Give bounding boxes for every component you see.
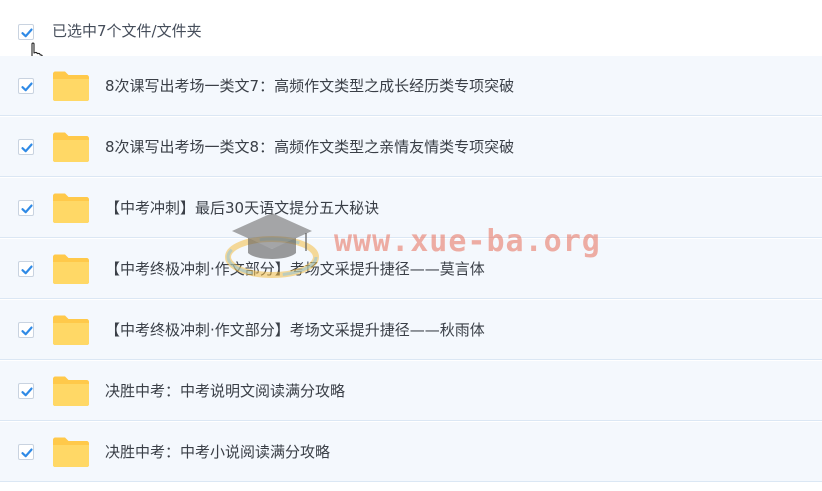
check-icon — [21, 265, 33, 275]
check-icon — [21, 326, 33, 336]
file-name[interactable]: 【中考终极冲刺·作文部分】考场文采提升捷径——秋雨体 — [105, 319, 485, 341]
row-checkbox[interactable] — [18, 78, 34, 94]
file-name[interactable]: 【中考终极冲刺·作文部分】考场文采提升捷径——莫言体 — [105, 258, 485, 280]
file-row[interactable]: 8次课写出考场一类文7：高频作文类型之成长经历类专项突破 — [0, 56, 822, 116]
file-row[interactable]: 8次课写出考场一类文8：高频作文类型之亲情友情类专项突破 — [0, 117, 822, 177]
file-name[interactable]: 决胜中考：中考说明文阅读满分攻略 — [105, 380, 345, 402]
check-icon — [21, 143, 33, 153]
folder-icon — [53, 193, 89, 223]
selected-count-text: 已选中7个文件/文件夹 — [52, 22, 202, 40]
check-icon — [21, 28, 33, 38]
folder-icon — [53, 71, 89, 101]
row-checkbox[interactable] — [18, 200, 34, 216]
row-checkbox[interactable] — [18, 139, 34, 155]
file-row[interactable]: 【中考终极冲刺·作文部分】考场文采提升捷径——莫言体 — [0, 239, 822, 299]
file-row[interactable]: 决胜中考：中考说明文阅读满分攻略 — [0, 361, 822, 421]
row-checkbox[interactable] — [18, 444, 34, 460]
check-icon — [21, 387, 33, 397]
row-checkbox[interactable] — [18, 261, 34, 277]
check-icon — [21, 204, 33, 214]
file-name[interactable]: 8次课写出考场一类文8：高频作文类型之亲情友情类专项突破 — [105, 136, 514, 158]
file-name[interactable]: 8次课写出考场一类文7：高频作文类型之成长经历类专项突破 — [105, 75, 514, 97]
check-icon — [21, 448, 33, 458]
folder-icon — [53, 132, 89, 162]
file-name[interactable]: 【中考冲刺】最后30天语文提分五大秘诀 — [105, 197, 379, 219]
file-row[interactable]: 【中考冲刺】最后30天语文提分五大秘诀 — [0, 178, 822, 238]
file-name[interactable]: 决胜中考：中考小说阅读满分攻略 — [105, 441, 330, 463]
folder-icon — [53, 315, 89, 345]
row-checkbox[interactable] — [18, 322, 34, 338]
file-row[interactable]: 【中考终极冲刺·作文部分】考场文采提升捷径——秋雨体 — [0, 300, 822, 360]
select-all-checkbox[interactable] — [18, 24, 34, 40]
folder-icon — [53, 254, 89, 284]
folder-icon — [53, 376, 89, 406]
file-row[interactable]: 决胜中考：中考小说阅读满分攻略 — [0, 422, 822, 482]
selection-header: 已选中7个文件/文件夹 — [0, 0, 822, 68]
folder-icon — [53, 437, 89, 467]
check-icon — [21, 82, 33, 92]
row-checkbox[interactable] — [18, 383, 34, 399]
